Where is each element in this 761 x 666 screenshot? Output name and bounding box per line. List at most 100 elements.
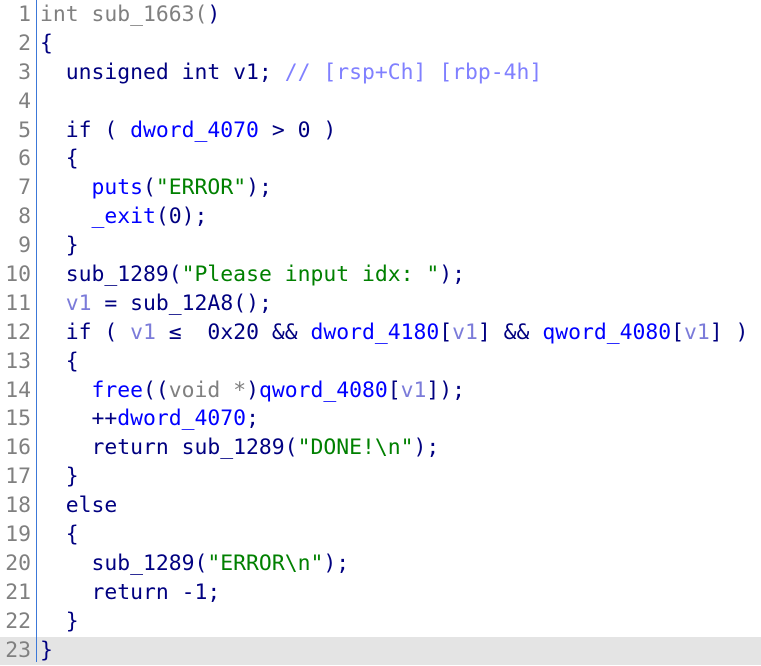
code-line[interactable]: 19 {	[0, 521, 761, 550]
code-token[interactable]: _exit	[92, 204, 156, 229]
code-line[interactable]: 2{	[0, 30, 761, 59]
code-line[interactable]: 7 puts("ERROR");	[0, 174, 761, 203]
code-text: return sub_1289("DONE!\n");	[40, 434, 440, 463]
code-token: );	[246, 175, 272, 201]
code-text: {	[40, 348, 79, 377]
code-token: (0);	[155, 204, 208, 230]
code-line[interactable]: 21 return -1;	[0, 579, 761, 608]
line-number: 7	[18, 175, 31, 201]
code-text: {	[40, 521, 79, 550]
code-token: sub_1289(	[40, 262, 182, 288]
code-line[interactable]: 13 {	[0, 348, 761, 377]
code-line[interactable]: 20 sub_1289("ERROR\n");	[0, 550, 761, 579]
code-text: _exit(0);	[40, 203, 208, 232]
code-text: if ( dword_4070 > 0 )	[40, 117, 336, 146]
code-line[interactable]: 8 _exit(0);	[0, 203, 761, 232]
code-token: }	[40, 637, 53, 663]
code-text: return -1;	[40, 579, 221, 608]
line-number: 23	[5, 637, 31, 663]
code-line[interactable]: 10 sub_1289("Please input idx: ");	[0, 261, 761, 290]
code-token: );	[439, 262, 466, 288]
code-token[interactable]: free	[92, 378, 144, 403]
line-number: 6	[18, 146, 31, 172]
code-line[interactable]: 23}	[0, 636, 761, 666]
code-token: sub_1289(	[40, 550, 208, 576]
code-token: return -1;	[40, 579, 221, 605]
code-text: }	[40, 463, 79, 492]
line-number: 5	[18, 117, 31, 143]
code-line[interactable]: 4	[0, 88, 761, 117]
line-number: 2	[18, 30, 31, 56]
code-line[interactable]: 16 return sub_1289("DONE!\n");	[0, 434, 761, 463]
code-token: void *	[168, 377, 247, 403]
code-token[interactable]: qword_4080	[259, 378, 388, 403]
line-number: 10	[5, 262, 31, 288]
code-token[interactable]: dword_4070	[117, 406, 246, 431]
code-token: "DONE!\n"	[297, 435, 414, 461]
code-line[interactable]: 22 }	[0, 608, 761, 637]
code-line[interactable]: 17 }	[0, 463, 761, 492]
line-number: 14	[5, 377, 31, 403]
line-number: 22	[5, 608, 31, 634]
code-text: {	[40, 30, 53, 59]
code-line[interactable]: 1 int sub_1663()	[0, 1, 761, 30]
line-number: 13	[5, 348, 31, 374]
code-token: (	[143, 175, 156, 201]
code-line[interactable]: 14 free((void *)qword_4080[v1]);	[0, 377, 761, 406]
code-token: ≤ 0x20 &&	[155, 319, 311, 345]
code-token: ]);	[426, 377, 466, 403]
code-text: unsigned int v1; // [rsp+Ch] [rbp-4h]	[40, 59, 543, 88]
code-line[interactable]: 6 {	[0, 145, 761, 174]
code-token: = sub_12A8();	[91, 290, 272, 316]
code-token[interactable]: v1	[452, 320, 478, 345]
code-token: "ERROR\n"	[207, 550, 324, 576]
line-number: 18	[5, 493, 31, 519]
line-number: 17	[5, 464, 31, 490]
code-text: v1 = sub_12A8();	[40, 290, 272, 319]
code-token[interactable]: v1	[130, 320, 156, 345]
code-line[interactable]: 3 unsigned int v1; // [rsp+Ch] [rbp-4h]	[0, 59, 761, 88]
line-number: 9	[18, 233, 31, 259]
code-text: {	[40, 145, 79, 174]
code-line[interactable]: 18 else	[0, 492, 761, 521]
code-line[interactable]: 12 if ( v1 ≤ 0x20 && dword_4180[v1] && q…	[0, 319, 761, 348]
code-token: ((	[143, 377, 169, 403]
code-token: {	[40, 522, 79, 548]
code-text: int sub_1663()	[40, 1, 220, 30]
code-text: }	[40, 637, 53, 666]
code-token: )	[207, 2, 221, 27]
code-line[interactable]: 9 }	[0, 232, 761, 261]
code-token: unsigned int v1;	[40, 59, 285, 85]
line-number: 21	[5, 579, 31, 605]
code-token: {	[40, 30, 53, 56]
line-number: 1	[18, 2, 31, 27]
line-number: 12	[5, 319, 31, 345]
code-token[interactable]: qword_4080	[542, 320, 671, 345]
code-line[interactable]: 5 if ( dword_4070 > 0 )	[0, 117, 761, 146]
line-number: 4	[18, 88, 31, 114]
code-token[interactable]: v1	[66, 291, 92, 316]
code-text: sub_1289("Please input idx: ");	[40, 261, 465, 290]
code-token[interactable]: v1	[684, 320, 710, 345]
code-token: )	[246, 377, 259, 403]
line-number: 19	[5, 522, 31, 548]
code-token: }	[40, 608, 79, 634]
code-text: puts("ERROR");	[40, 174, 272, 203]
code-token[interactable]: v1	[401, 378, 427, 403]
code-token[interactable]: puts	[92, 175, 144, 200]
code-token: "ERROR"	[155, 175, 247, 201]
code-token[interactable]: dword_4070	[130, 118, 259, 143]
code-line[interactable]: 15 ++dword_4070;	[0, 405, 761, 434]
code-token: ] )	[709, 319, 749, 345]
code-line[interactable]: 11 v1 = sub_12A8();	[0, 290, 761, 319]
pseudocode-view[interactable]: 1 int sub_1663() 2{3 unsigned int v1; // […	[0, 1, 761, 666]
code-text: sub_1289("ERROR\n");	[40, 550, 350, 579]
code-token: {	[40, 146, 79, 172]
code-token[interactable]: dword_4180	[310, 320, 439, 345]
line-number: 16	[5, 435, 31, 461]
code-token: }	[40, 464, 79, 490]
code-text: free((void *)qword_4080[v1]);	[40, 377, 466, 406]
code-token: );	[323, 550, 350, 576]
code-token: // [rsp+Ch] [rbp-4h]	[284, 59, 543, 85]
